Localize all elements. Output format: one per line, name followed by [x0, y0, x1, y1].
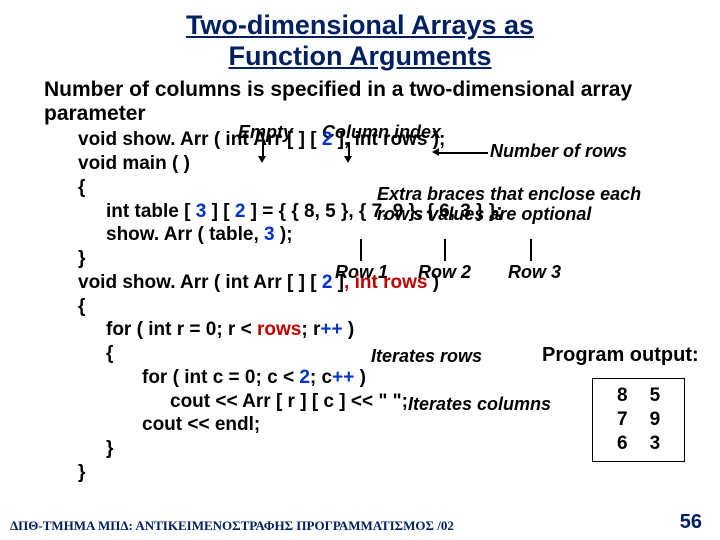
- code-line-4: int table [ 3 ] [ 2 ] = { { 8, 5 }, { 7,…: [78, 200, 720, 224]
- out-r1c2: 5: [640, 385, 671, 407]
- footer-text: ΔΠΘ-ΤΜΗΜΑ ΜΠΔ: ΑΝΤΙΚΕΙΜΕΝΟΣΤΡΑΦΗΣ ΠΡΟΓΡΑ…: [10, 518, 454, 534]
- out-r3c2: 3: [640, 433, 671, 455]
- code-line-15: }: [78, 461, 720, 485]
- page-number: 56: [680, 511, 702, 534]
- code-line-3: {: [78, 176, 720, 200]
- title-line-2: Function Arguments: [229, 41, 492, 71]
- code-line-9: for ( int r = 0; r < rows; r++ ): [78, 318, 720, 342]
- output-box: 85 79 63: [592, 378, 685, 462]
- out-r3c1: 6: [607, 433, 638, 455]
- title-line-1: Two-dimensional Arrays as: [186, 10, 534, 40]
- code-line-1: void show. Arr ( int Arr [ ] [ 2 ], int …: [78, 128, 720, 152]
- slide-title: Two-dimensional Arrays as Function Argum…: [0, 0, 720, 72]
- code-line-2: void main ( ): [78, 152, 720, 176]
- out-r2c2: 9: [640, 409, 671, 431]
- code-line-5: show. Arr ( table, 3 );: [78, 223, 720, 247]
- subtitle: Number of columns is specified in a two-…: [44, 78, 720, 126]
- output-table: 85 79 63: [605, 383, 672, 457]
- output-label: Program output:: [542, 344, 699, 367]
- out-r2c1: 7: [607, 409, 638, 431]
- code-line-7: void show. Arr ( int Arr [ ] [ 2 ], int …: [78, 271, 720, 295]
- code-line-6: }: [78, 247, 720, 271]
- code-line-8: {: [78, 295, 720, 319]
- out-r1c1: 8: [607, 385, 638, 407]
